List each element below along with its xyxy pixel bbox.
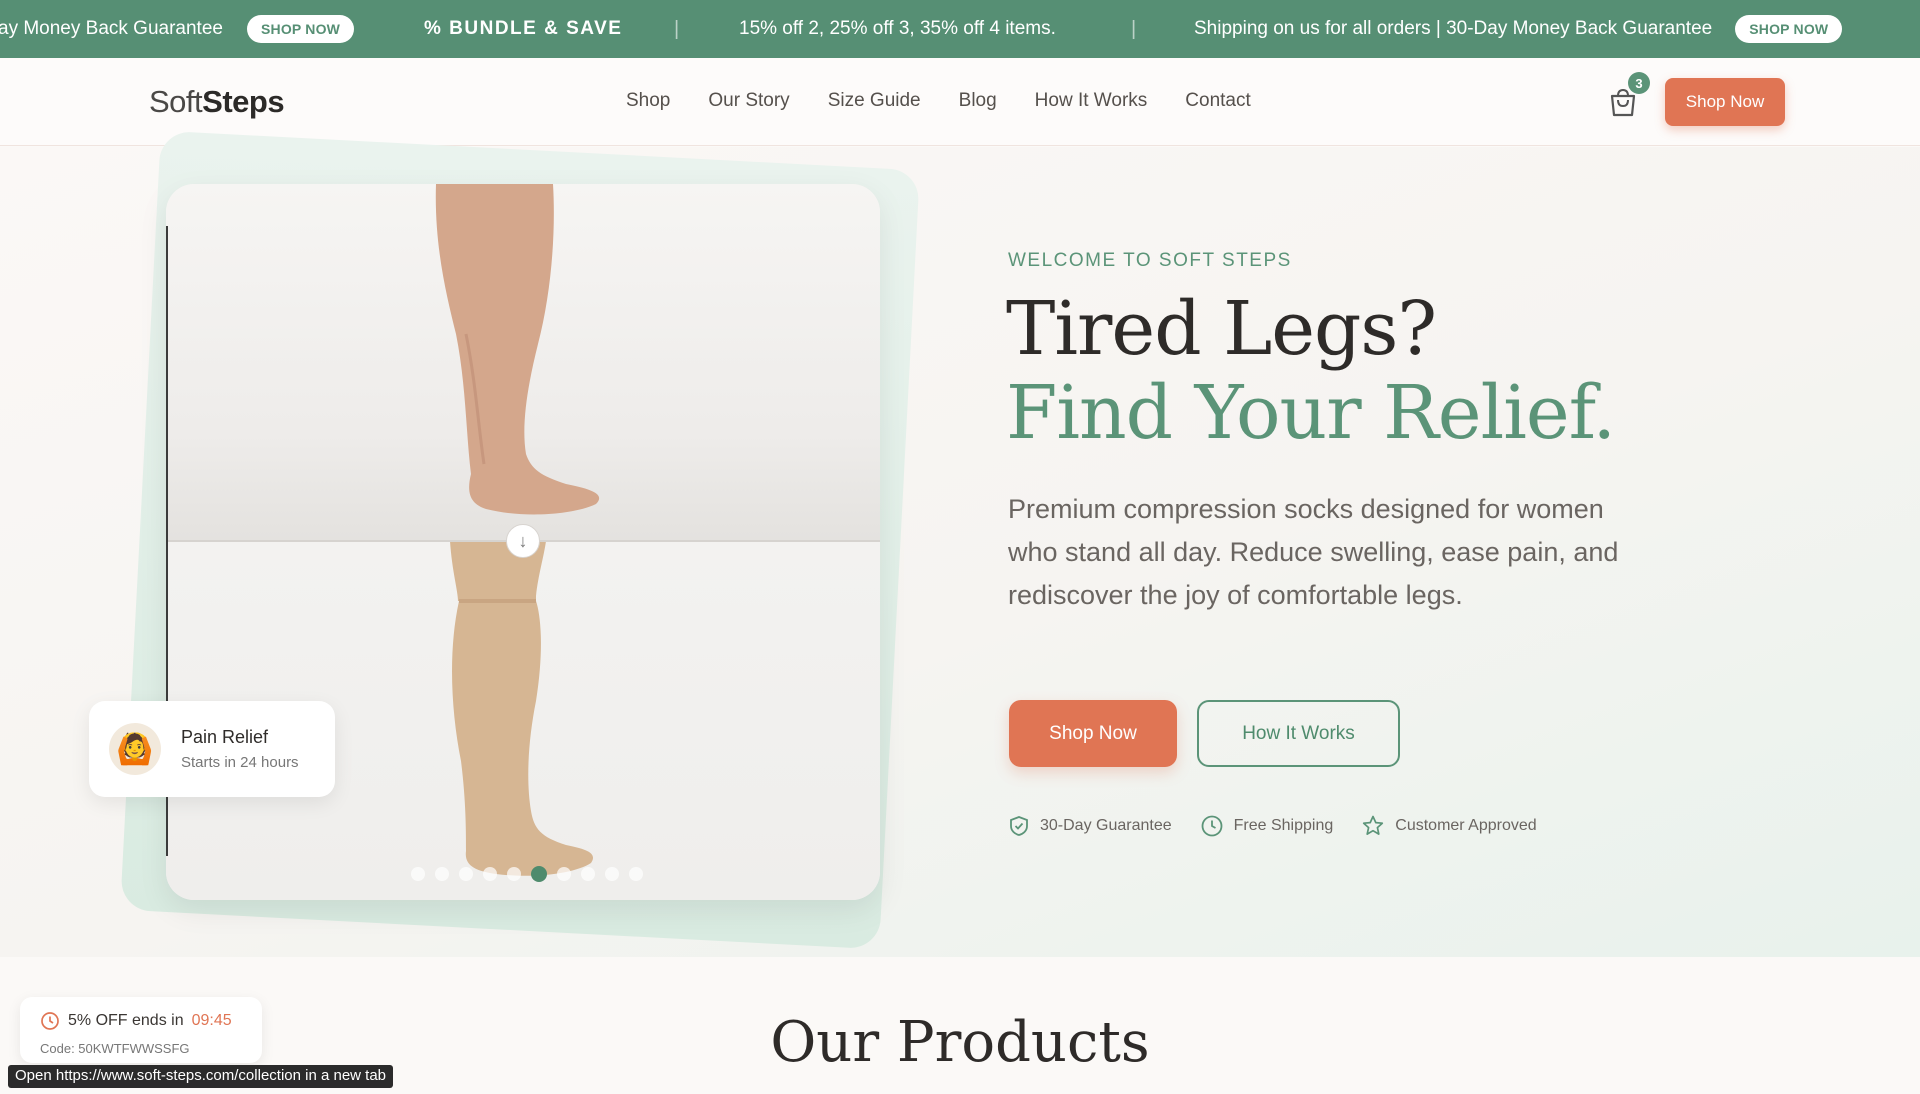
shield-check-icon [1010, 816, 1028, 836]
clock-icon [41, 1012, 59, 1030]
arrow-down-icon[interactable]: ↓ [506, 524, 540, 558]
hero-description: Premium compression socks designed for w… [1008, 494, 1619, 610]
timer-label: 5% OFF ends in [68, 1012, 184, 1029]
before-image [166, 184, 880, 540]
nav-item-blog[interactable]: Blog [959, 90, 997, 112]
pain-relief-badge: 🙆 Pain Relief Starts in 24 hours [89, 701, 335, 797]
nav-item-size-guide[interactable]: Size Guide [828, 90, 921, 112]
trust-item: 30-Day Guarantee [1008, 815, 1172, 837]
announcement-shop-now-button[interactable]: SHOP NOW [246, 15, 355, 43]
star-icon [1363, 815, 1384, 835]
hero-headline-line2: Find Your Relief. [1006, 370, 1616, 456]
announcement-offer-text: 15% off 2, 25% off 3, 35% off 4 items. [739, 18, 1056, 39]
carousel-dot[interactable] [605, 867, 619, 881]
carousel-dot[interactable] [629, 867, 643, 881]
announcement-divider: | [1131, 17, 1137, 40]
site-header: SoftSteps Shop Our Story Size Guide Blog… [0, 58, 1920, 146]
carousel-dot[interactable] [557, 867, 571, 881]
nav-item-how-it-works[interactable]: How It Works [1035, 90, 1148, 112]
trust-label: Customer Approved [1395, 817, 1537, 834]
trust-label: 30-Day Guarantee [1040, 817, 1172, 834]
timer-countdown: 09:45 [191, 1012, 232, 1029]
announcement-bundle-label: % BUNDLE & SAVE [424, 18, 623, 39]
announcement-guarantee-text: ay Money Back Guarantee [0, 18, 223, 39]
status-suffix: in a new tab [305, 1067, 387, 1084]
logo-steps: Steps [202, 84, 285, 119]
discount-timer-widget[interactable]: 5% OFF ends in 09:45 Code: 50KWTFWWSSFG [20, 997, 262, 1063]
announcement-shipping-text: Shipping on us for all orders | 30-Day M… [1194, 18, 1713, 39]
clock-icon [1201, 815, 1223, 837]
logo[interactable]: SoftSteps [149, 84, 285, 120]
announcement-divider: | [674, 17, 680, 40]
trust-label: Free Shipping [1233, 817, 1334, 834]
nav-item-our-story[interactable]: Our Story [708, 90, 789, 112]
trust-badges: 30-Day Guarantee Free Shipping Customer … [1008, 814, 1565, 838]
hero-how-it-works-button[interactable]: How It Works [1197, 700, 1400, 767]
bare-leg-illustration [435, 184, 600, 515]
main-nav: Shop Our Story Size Guide Blog How It Wo… [626, 90, 1289, 112]
logo-soft: Soft [149, 84, 203, 119]
carousel-dot-active[interactable] [531, 866, 547, 882]
carousel-dot[interactable] [581, 867, 595, 881]
carousel-dot[interactable] [483, 867, 497, 881]
announcement-bar: ay Money Back Guarantee SHOP NOW % BUNDL… [0, 0, 1920, 58]
carousel-dot[interactable] [507, 867, 521, 881]
browser-link-status: Open https://www.soft-steps.com/collecti… [8, 1065, 394, 1088]
hero-shop-now-button[interactable]: Shop Now [1009, 700, 1177, 767]
status-url: https://www.soft-steps.com/collection [55, 1067, 301, 1084]
carousel-dots [411, 866, 643, 882]
timer-row: 5% OFF ends in 09:45 [40, 1011, 232, 1031]
carousel-dot[interactable] [411, 867, 425, 881]
cart-count-badge: 3 [1628, 72, 1650, 94]
carousel-dot[interactable] [435, 867, 449, 881]
hero-headline-line1: Tired Legs? [1006, 286, 1437, 372]
person-emoji-icon: 🙆 [109, 723, 161, 775]
nav-item-contact[interactable]: Contact [1185, 90, 1250, 112]
discount-code: Code: 50KWTFWWSSFG [40, 1041, 190, 1056]
status-prefix: Open [15, 1067, 52, 1084]
trust-item: Free Shipping [1200, 814, 1334, 838]
carousel-dot[interactable] [459, 867, 473, 881]
nav-item-shop[interactable]: Shop [626, 90, 670, 112]
badge-subtitle: Starts in 24 hours [181, 754, 299, 771]
badge-title: Pain Relief [181, 727, 269, 747]
header-shop-now-button[interactable]: Shop Now [1665, 78, 1785, 126]
trust-item: Customer Approved [1361, 814, 1537, 838]
announcement-shop-now-button[interactable]: SHOP NOW [1735, 15, 1843, 43]
hero-eyebrow: WELCOME TO SOFT STEPS [1008, 250, 1292, 271]
